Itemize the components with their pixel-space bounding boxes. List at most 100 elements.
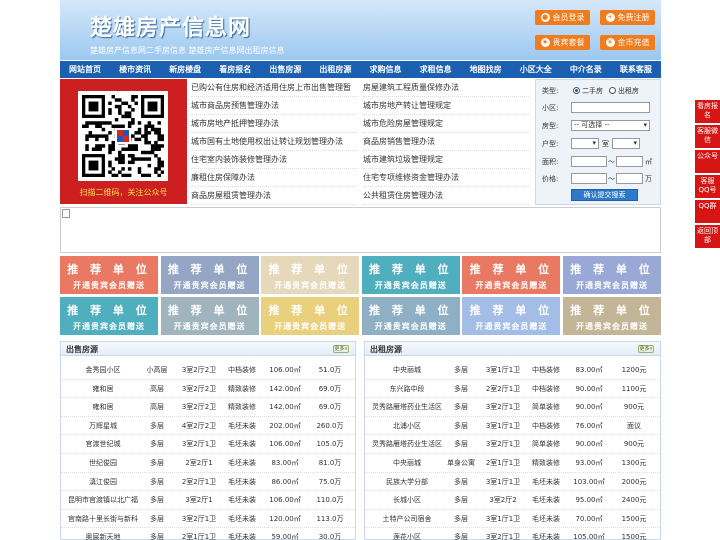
- recommended-unit-ad[interactable]: 推 荐 单 位开通贵宾会员赠送: [361, 256, 460, 294]
- vip-package-button[interactable]: ★ 贵宾套餐: [535, 35, 590, 50]
- rent-more-button[interactable]: 更多»: [638, 345, 654, 353]
- news-link[interactable]: 城市房地产转让管理规定: [363, 97, 529, 115]
- recommended-unit-ad[interactable]: 推 荐 单 位开通贵宾会员赠送: [60, 256, 158, 294]
- nav-item[interactable]: 楼市资讯: [110, 61, 160, 78]
- listing-row[interactable]: 昆明市官渡镇以北广福 多层 3室2厅1 毛坯未装 106.00㎡ 110.0万: [61, 491, 355, 510]
- recommended-unit-ad[interactable]: 推 荐 单 位开通贵宾会员赠送: [462, 256, 561, 294]
- news-link[interactable]: 商品房销售管理办法: [363, 133, 529, 151]
- news-link[interactable]: 住宅专项维修资金管理办法: [363, 169, 529, 187]
- price-max-input[interactable]: [616, 173, 643, 184]
- community-cell[interactable]: 民族大学分部: [367, 473, 447, 492]
- community-cell[interactable]: 昆明市官渡镇以北广福: [63, 491, 143, 510]
- community-input[interactable]: [571, 102, 650, 113]
- community-cell[interactable]: 奥宸新天地: [63, 528, 143, 540]
- listing-row[interactable]: 灵秀路雁塔药业生活区 多层 3室2厅1卫 简单装修 90.00㎡ 900元: [365, 435, 660, 454]
- hall-select[interactable]: ▾: [612, 138, 640, 149]
- recommended-unit-ad[interactable]: 推 荐 单 位开通贵宾会员赠送: [160, 256, 259, 294]
- recommended-unit-ad[interactable]: 推 荐 单 位开通贵宾会员赠送: [563, 297, 661, 335]
- nav-item[interactable]: 出租房源: [310, 61, 360, 78]
- community-cell[interactable]: 世纪俊园: [63, 454, 143, 473]
- news-link[interactable]: 城市房地产抵押管理办法: [191, 115, 357, 133]
- community-cell[interactable]: 北浦小区: [367, 417, 447, 436]
- community-cell[interactable]: 官渡世纪城: [63, 435, 143, 454]
- member-login-button[interactable]: ● 会员登录: [535, 10, 590, 25]
- recommended-unit-ad[interactable]: 推 荐 单 位开通贵宾会员赠送: [361, 297, 460, 335]
- news-link[interactable]: 住宅室内装饰装修管理办法: [191, 151, 357, 169]
- recommended-unit-ad[interactable]: 推 荐 单 位开通贵宾会员赠送: [160, 297, 259, 335]
- nav-item[interactable]: 小区大全: [511, 61, 561, 78]
- community-cell[interactable]: 中央丽城: [367, 454, 447, 473]
- nav-item[interactable]: 看房报名: [210, 61, 260, 78]
- float-button[interactable]: 看房报名: [695, 100, 720, 123]
- nav-item[interactable]: 出售房源: [260, 61, 310, 78]
- float-button[interactable]: 公众号: [695, 150, 720, 173]
- news-link[interactable]: 城市建筑垃圾管理规定: [363, 151, 529, 169]
- area-min-input[interactable]: [571, 156, 607, 167]
- float-button[interactable]: QQ群: [695, 200, 720, 223]
- site-title[interactable]: 楚雄房产信息网: [90, 10, 251, 42]
- banner-ad[interactable]: [60, 207, 661, 253]
- community-cell[interactable]: 灵秀路雁塔药业生活区: [367, 435, 447, 454]
- news-link[interactable]: 城市商品房预售管理办法: [191, 97, 357, 115]
- listing-row[interactable]: 莲花小区 多层 3室2厅1卫 毛坯未装 105.00㎡ 1500元: [365, 528, 660, 540]
- news-link[interactable]: 房屋建筑工程质量保修办法: [363, 79, 529, 97]
- nav-item[interactable]: 地图找房: [461, 61, 511, 78]
- listing-row[interactable]: 东兴路中段 多层 2室2厅1卫 中档装修 90.00㎡ 1100元: [365, 380, 660, 399]
- recommended-unit-ad[interactable]: 推 荐 单 位开通贵宾会员赠送: [261, 297, 360, 335]
- float-button[interactable]: 客服微信: [695, 125, 720, 148]
- price-min-input[interactable]: [571, 173, 607, 184]
- nav-item[interactable]: 网站首页: [60, 61, 110, 78]
- search-submit-button[interactable]: 确认提交搜索: [571, 189, 638, 201]
- type-radio-rent[interactable]: [609, 87, 616, 94]
- listing-row[interactable]: 官渡世纪城 多层 3室2厅1卫 毛坯未装 106.00㎡ 105.0万: [61, 435, 355, 454]
- nav-item[interactable]: 中介名录: [561, 61, 611, 78]
- float-button[interactable]: 返回顶部: [695, 225, 720, 248]
- room-select[interactable]: ▾: [571, 138, 599, 149]
- type-radio-ershou[interactable]: [573, 87, 580, 94]
- listing-row[interactable]: 雍和居 高层 3室2厅2卫 精致装修 142.00㎡ 69.0万: [61, 380, 355, 399]
- community-cell[interactable]: 长城小区: [367, 491, 447, 510]
- area-max-input[interactable]: [616, 156, 643, 167]
- listing-row[interactable]: 雍和居 高层 3室2厅2卫 精致装修 142.00㎡ 69.0万: [61, 398, 355, 417]
- float-button[interactable]: 客服QQ号: [695, 175, 720, 198]
- listing-row[interactable]: 金秀园小区 小高层 3室2厅2卫 中档装修 106.00㎡ 51.0万: [61, 361, 355, 380]
- news-link[interactable]: 城市危险房屋管理规定: [363, 115, 529, 133]
- sale-more-button[interactable]: 更多»: [333, 345, 349, 353]
- nav-item[interactable]: 求购信息: [360, 61, 410, 78]
- listing-row[interactable]: 奥宸新天地 多层 2室1厅1卫 毛坯未装 59.00㎡ 30.0万: [61, 528, 355, 540]
- house-type-select[interactable]: -- 可选择 -- ▾: [571, 120, 650, 131]
- news-link[interactable]: 廉租住房保障办法: [191, 169, 357, 187]
- listing-row[interactable]: 灵秀路雁塔药业生活区 多层 3室2厅1卫 简单装修 90.00㎡ 900元: [365, 398, 660, 417]
- listing-row[interactable]: 土特产公司宿舍 多层 3室1厅1卫 毛坯未装 70.00㎡ 1500元: [365, 510, 660, 529]
- community-cell[interactable]: 官南路十里长街与新科: [63, 510, 143, 529]
- nav-item[interactable]: 求租信息: [411, 61, 461, 78]
- listing-row[interactable]: 长城小区 多层 3室2厅2 毛坯未装 95.00㎡ 2400元: [365, 491, 660, 510]
- community-cell[interactable]: 土特产公司宿舍: [367, 510, 447, 529]
- listing-row[interactable]: 中央丽城 单身公寓 2室1厅1卫 精致装修 93.00㎡ 1300元: [365, 454, 660, 473]
- community-cell[interactable]: 莲花小区: [367, 528, 447, 540]
- community-cell[interactable]: 雍和居: [63, 398, 143, 417]
- listing-row[interactable]: 民族大学分部 多层 3室1厅1卫 毛坯未装 103.00㎡ 2000元: [365, 473, 660, 492]
- listing-row[interactable]: 北浦小区 多层 3室1厅1卫 中档装修 76.00㎡ 面议: [365, 417, 660, 436]
- free-register-button[interactable]: + 免费注册: [600, 10, 655, 25]
- community-cell[interactable]: 万辉星城: [63, 417, 143, 436]
- recommended-unit-ad[interactable]: 推 荐 单 位开通贵宾会员赠送: [261, 256, 360, 294]
- community-cell[interactable]: 中央丽城: [367, 361, 447, 380]
- community-cell[interactable]: 东兴路中段: [367, 380, 447, 399]
- coin-recharge-button[interactable]: ¥ 金币充值: [600, 35, 655, 50]
- nav-item[interactable]: 新房楼盘: [160, 61, 210, 78]
- news-link[interactable]: 商品房屋租赁管理办法: [191, 187, 357, 205]
- news-link[interactable]: 公共租赁住房管理办法: [363, 187, 529, 205]
- listing-row[interactable]: 中央丽城 多层 3室1厅1卫 中档装修 83.00㎡ 1200元: [365, 361, 660, 380]
- listing-row[interactable]: 官南路十里长街与新科 多层 3室2厅1卫 毛坯未装 120.00㎡ 113.0万: [61, 510, 355, 529]
- news-link[interactable]: 城市国有土地使用权出让转让规划管理办法: [191, 133, 357, 151]
- community-cell[interactable]: 滇江俊园: [63, 473, 143, 492]
- listing-row[interactable]: 滇江俊园 多层 2室2厅1卫 毛坯未装 86.00㎡ 75.0万: [61, 473, 355, 492]
- community-cell[interactable]: 金秀园小区: [63, 361, 143, 380]
- nav-item[interactable]: 联系客服: [611, 61, 661, 78]
- listing-row[interactable]: 世纪俊园 多层 2室2厅1 毛坯未装 83.00㎡ 81.0万: [61, 454, 355, 473]
- recommended-unit-ad[interactable]: 推 荐 单 位开通贵宾会员赠送: [462, 297, 561, 335]
- listing-row[interactable]: 万辉星城 多层 4室2厅2卫 毛坯未装 202.00㎡ 260.0万: [61, 417, 355, 436]
- community-cell[interactable]: 雍和居: [63, 380, 143, 399]
- news-link[interactable]: 已购公有住房和经济适用住房上市出售管理暂: [191, 79, 357, 97]
